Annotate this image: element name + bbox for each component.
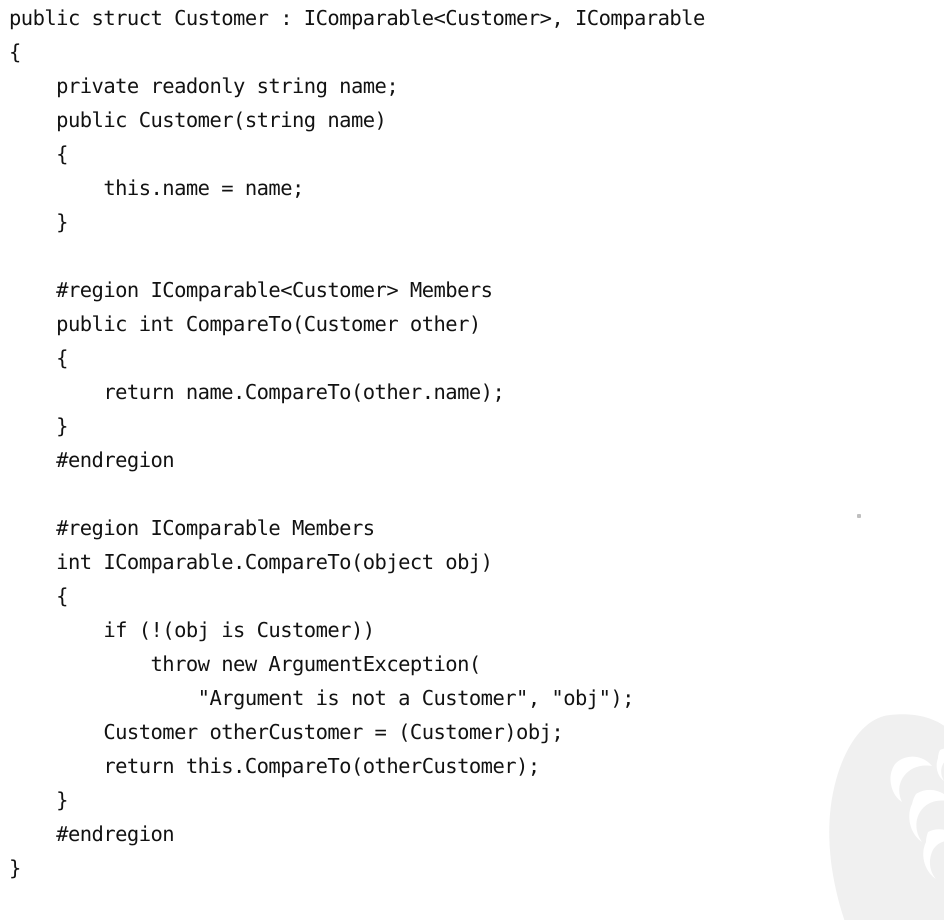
scan-speck xyxy=(857,514,861,518)
code-line: return this.CompareTo(otherCustomer); xyxy=(9,754,540,778)
code-line: } xyxy=(9,414,68,438)
code-line: #endregion xyxy=(9,448,175,472)
code-line: { xyxy=(9,584,68,608)
code-line: public struct Customer : IComparable<Cus… xyxy=(9,6,705,30)
code-line: if (!(obj is Customer)) xyxy=(9,618,375,642)
code-line: { xyxy=(9,346,68,370)
code-line: private readonly string name; xyxy=(9,74,399,98)
code-line: #region IComparable<Customer> Members xyxy=(9,278,493,302)
code-line: } xyxy=(9,210,68,234)
code-line: #endregion xyxy=(9,822,175,846)
code-line: } xyxy=(9,788,68,812)
code-line: { xyxy=(9,40,21,64)
code-line: this.name = name; xyxy=(9,176,304,200)
scanned-code-page: public struct Customer : IComparable<Cus… xyxy=(0,0,944,920)
code-line: "Argument is not a Customer", "obj"); xyxy=(9,686,635,710)
code-line: #region IComparable Members xyxy=(9,516,375,540)
code-line: int IComparable.CompareTo(object obj) xyxy=(9,550,493,574)
code-line: throw new ArgumentException( xyxy=(9,652,482,676)
code-line: } xyxy=(9,856,21,880)
code-line: { xyxy=(9,142,68,166)
code-line: Customer otherCustomer = (Customer)obj; xyxy=(9,720,564,744)
code-line: return name.CompareTo(other.name); xyxy=(9,380,505,404)
code-line: public Customer(string name) xyxy=(9,108,387,132)
code-block: public struct Customer : IComparable<Cus… xyxy=(0,0,944,885)
code-line: public int CompareTo(Customer other) xyxy=(9,312,481,336)
